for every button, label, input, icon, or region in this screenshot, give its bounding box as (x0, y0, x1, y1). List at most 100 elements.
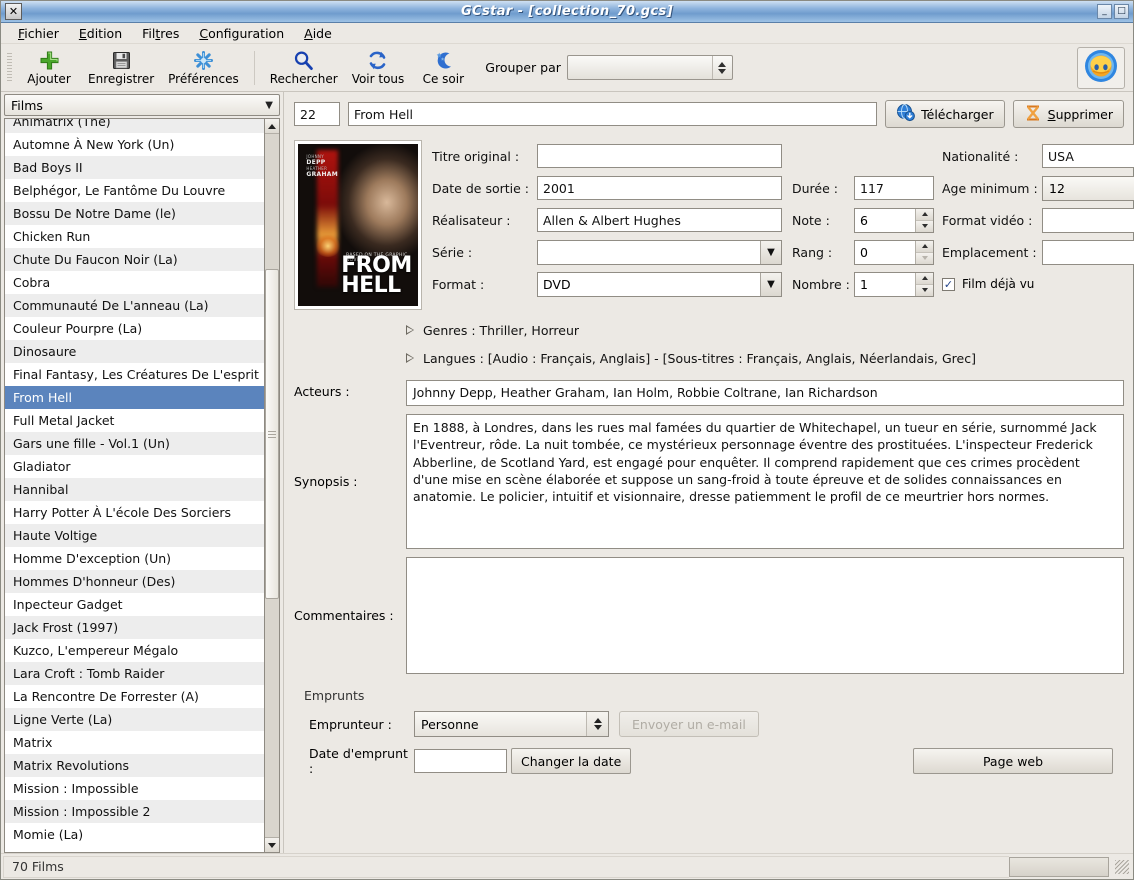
list-item[interactable]: Gladiator (5, 455, 264, 478)
list-item[interactable]: Ligne Verte (La) (5, 708, 264, 731)
chevron-up-icon (593, 718, 602, 723)
list-item[interactable]: Belphégor, Le Fantôme Du Louvre (5, 179, 264, 202)
list-item[interactable]: Gars une fille - Vol.1 (Un) (5, 432, 264, 455)
list-item[interactable]: Haute Voltige (5, 524, 264, 547)
list-item[interactable]: Chute Du Faucon Noir (La) (5, 248, 264, 271)
emprunteur-combo[interactable]: Personne (414, 711, 609, 737)
note-spinner[interactable]: 6 (854, 207, 934, 233)
format-video-combo[interactable]: ▼ (1042, 207, 1134, 233)
minimize-icon[interactable]: _ (1097, 4, 1112, 19)
rang-spinner-arrows[interactable] (915, 240, 933, 264)
list-item[interactable]: Matrix Revolutions (5, 754, 264, 777)
spinner-down-icon[interactable] (916, 220, 933, 232)
emprunteur-arrows[interactable] (586, 712, 608, 736)
toolbar-preferences[interactable]: Préférences (161, 48, 246, 87)
poster-title-line2: HELL (341, 273, 401, 299)
scrollbar-track[interactable] (265, 134, 279, 837)
list-item[interactable]: Lara Croft : Tomb Raider (5, 662, 264, 685)
list-item[interactable]: Kuzco, L'empereur Mégalo (5, 639, 264, 662)
group-by-arrows[interactable] (711, 56, 732, 79)
date-sortie-input[interactable]: 2001 (537, 176, 782, 200)
synopsis-textarea[interactable]: En 1888, à Londres, dans les rues mal fa… (406, 414, 1124, 549)
expander-langues[interactable]: Langues : [Audio : Français, Anglais] - … (406, 344, 1124, 372)
spinner-up-icon[interactable] (916, 240, 933, 253)
delete-button[interactable]: Supprimer (1012, 100, 1124, 128)
download-button[interactable]: Télécharger (885, 100, 1005, 128)
list-item[interactable]: Animatrix (The) (5, 119, 264, 133)
list-item[interactable]: Mission : Impossible 2 (5, 800, 264, 823)
category-combo[interactable]: Films ▼ (4, 94, 280, 116)
list-item[interactable]: Bad Boys II (5, 156, 264, 179)
close-icon[interactable]: ✕ (5, 3, 22, 20)
maximize-icon[interactable]: □ (1114, 4, 1129, 19)
page-web-button[interactable]: Page web (913, 748, 1113, 774)
spinner-up-icon[interactable] (916, 272, 933, 285)
toolbar-voir-tous[interactable]: Voir tous (345, 48, 412, 87)
spinner-up-icon[interactable] (916, 208, 933, 221)
toolbar-enregistrer[interactable]: Enregistrer (81, 48, 161, 87)
toolbar-ajouter[interactable]: Ajouter (17, 48, 81, 87)
list-item[interactable]: Homme D'exception (Un) (5, 547, 264, 570)
record-title-input[interactable]: From Hell (348, 102, 878, 126)
age-minimum-spinner[interactable]: 12 (1042, 175, 1134, 201)
titre-original-input[interactable] (537, 144, 782, 168)
emplacement-combo[interactable]: ▼ (1042, 239, 1134, 265)
group-by-combo[interactable] (566, 55, 733, 80)
nombre-spinner[interactable]: 1 (854, 271, 934, 297)
list-item[interactable]: Matrix (5, 731, 264, 754)
list-item[interactable]: Hommes D'honneur (Des) (5, 570, 264, 593)
menu-fichier[interactable]: Fichier (9, 24, 68, 43)
list-item[interactable]: Hannibal (5, 478, 264, 501)
list-item[interactable]: Cobra (5, 271, 264, 294)
list-item[interactable]: Mission : Impossible (5, 777, 264, 800)
film-list[interactable]: Animatrix (The) Automne À New York (Un) Ba… (4, 118, 264, 853)
list-item[interactable]: Communauté De L'anneau (La) (5, 294, 264, 317)
format-combo[interactable]: DVD ▼ (537, 271, 782, 297)
serie-combo[interactable]: ▼ (537, 239, 782, 265)
list-item[interactable]: Chicken Run (5, 225, 264, 248)
gcstar-window: ✕ GCstar - [collection_70.gcs] _ □ Fichi… (0, 0, 1134, 880)
film-deja-vu-checkbox[interactable]: ✓ (942, 277, 955, 291)
movie-poster[interactable]: JOHNNY DEPP HEATHER GRAHAM BASED ON THE … (294, 140, 422, 310)
commentaires-textarea[interactable] (406, 557, 1124, 674)
date-emprunt-input[interactable] (414, 749, 507, 773)
list-item[interactable]: Jack Frost (1997) (5, 616, 264, 639)
menu-aide[interactable]: Aide (295, 24, 341, 43)
toolbar-grip[interactable] (7, 52, 12, 83)
film-list-scrollbar[interactable] (264, 118, 280, 853)
list-item[interactable]: La Rencontre De Forrester (A) (5, 685, 264, 708)
expander-genres[interactable]: Genres : Thriller, Horreur (406, 316, 1124, 344)
scroll-up-icon[interactable] (265, 119, 279, 134)
toolbar-ce-soir[interactable]: Ce soir (411, 48, 475, 87)
record-id-input[interactable]: 22 (294, 102, 340, 126)
note-spinner-arrows[interactable] (915, 208, 933, 232)
list-item[interactable]: Bossu De Notre Dame (le) (5, 202, 264, 225)
duree-input[interactable]: 117 (854, 176, 934, 200)
menu-configuration[interactable]: Configuration (190, 24, 293, 43)
rang-spinner[interactable]: 0 (854, 239, 934, 265)
scroll-down-icon[interactable] (265, 837, 279, 852)
nombre-spinner-arrows[interactable] (915, 272, 933, 296)
toolbar-smiley-button[interactable] (1077, 46, 1125, 89)
list-item[interactable]: Automne À New York (Un) (5, 133, 264, 156)
scrollbar-thumb[interactable] (265, 269, 279, 599)
nationalite-input[interactable]: USA (1042, 144, 1134, 168)
list-item[interactable]: Momie (La) (5, 823, 264, 846)
menu-edition[interactable]: Edition (70, 24, 131, 43)
acteurs-input[interactable]: Johnny Depp, Heather Graham, Ian Holm, R… (406, 380, 1124, 406)
realisateur-input[interactable]: Allen & Albert Hughes (537, 208, 782, 232)
change-date-button[interactable]: Changer la date (511, 748, 632, 774)
field-film-deja-vu[interactable]: ✓ Film déjà vu (942, 268, 1134, 300)
menu-filtres[interactable]: Filtres (133, 24, 188, 43)
list-item[interactable]: Final Fantasy, Les Créatures De L'esprit (5, 363, 264, 386)
list-item[interactable]: Dinosaure (5, 340, 264, 363)
spinner-down-icon[interactable] (916, 284, 933, 296)
plus-icon (39, 49, 60, 71)
list-item[interactable]: Harry Potter À L'école Des Sorciers (5, 501, 264, 524)
list-item[interactable]: Inpecteur Gadget (5, 593, 264, 616)
list-item[interactable]: Full Metal Jacket (5, 409, 264, 432)
list-item[interactable]: From Hell (5, 386, 264, 409)
resize-grip-icon[interactable] (1115, 859, 1129, 874)
toolbar-rechercher[interactable]: Rechercher (263, 48, 345, 87)
list-item[interactable]: Couleur Pourpre (La) (5, 317, 264, 340)
